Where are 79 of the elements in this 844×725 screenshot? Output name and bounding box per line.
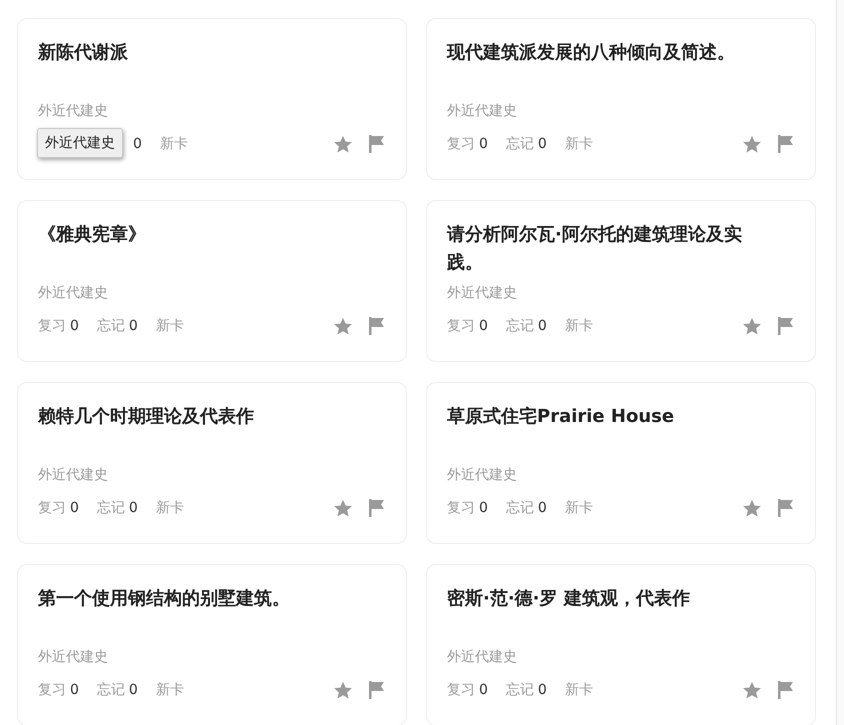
category-label: 外近代建史 — [38, 466, 109, 485]
review-count: 0 — [479, 135, 488, 154]
star-icon[interactable] — [742, 498, 762, 518]
card[interactable]: 第一个使用钢结构的别墅建筑。 外近代建史 复习 0 忘记 0 新卡 — [17, 564, 407, 725]
flag-icon[interactable] — [369, 681, 385, 699]
tooltip: 外近代建史 — [37, 128, 123, 158]
card-title: 赖特几个时期理论及代表作 — [38, 405, 255, 429]
card[interactable]: 密斯·范·德·罗 建筑观，代表作 外近代建史 复习 0 忘记 0 新卡 — [426, 564, 816, 725]
forget-label: 忘记 — [96, 317, 125, 336]
forget-count: 0 — [128, 317, 138, 336]
flag-icon[interactable] — [369, 499, 385, 517]
flag-icon[interactable] — [778, 499, 794, 517]
review-label: 复习 — [447, 681, 475, 700]
review-label: 复习 — [447, 499, 475, 518]
card-title: 新陈代谢派 — [38, 41, 129, 65]
forget-label: 忘记 — [506, 681, 534, 700]
review-count: 0 — [70, 499, 79, 518]
new-card-label: 新卡 — [564, 317, 593, 336]
forget-label: 忘记 — [506, 135, 534, 154]
review-count: 0 — [70, 317, 79, 336]
card[interactable]: 现代建筑派发展的八种倾向及简述。 外近代建史 复习 0 忘记 0 新卡 — [426, 18, 816, 180]
star-icon[interactable] — [333, 134, 353, 154]
flag-icon[interactable] — [778, 135, 794, 153]
category-label: 外近代建史 — [447, 648, 518, 667]
category-label: 外近代建史 — [38, 102, 109, 121]
category-label: 外近代建史 — [447, 284, 518, 303]
review-count: 0 — [479, 499, 488, 518]
star-icon[interactable] — [742, 134, 762, 154]
new-card-label: 新卡 — [156, 317, 184, 336]
new-card-label: 新卡 — [564, 499, 593, 518]
forget-count: 0 — [128, 499, 138, 518]
card-title: 草原式住宅Prairie House — [447, 405, 676, 429]
flag-icon[interactable] — [778, 681, 794, 699]
flag-icon[interactable] — [778, 317, 794, 335]
star-icon[interactable] — [333, 316, 353, 336]
review-count: 0 — [70, 681, 79, 700]
card-title: 密斯·范·德·罗 建筑观，代表作 — [447, 587, 691, 611]
scrollbar-track[interactable] — [836, 0, 844, 725]
card-title: 第一个使用钢结构的别墅建筑。 — [38, 587, 291, 611]
star-icon[interactable] — [742, 680, 762, 700]
card-title: 现代建筑派发展的八种倾向及简述。 — [447, 41, 736, 65]
forget-count: 0 — [128, 681, 138, 700]
star-icon[interactable] — [742, 316, 762, 336]
card[interactable]: 草原式住宅Prairie House 外近代建史 复习 0 忘记 0 新卡 — [426, 382, 816, 544]
forget-label: 忘记 — [96, 681, 125, 700]
new-card-label: 新卡 — [564, 135, 593, 154]
card[interactable]: 请分析阿尔瓦·阿尔托的建筑理论及实践。 外近代建史 复习 0 忘记 0 新卡 — [426, 200, 816, 362]
category-label: 外近代建史 — [38, 284, 109, 303]
category-label: 外近代建史 — [38, 648, 109, 667]
forget-count: 0 — [538, 317, 547, 336]
card[interactable]: 《雅典宪章》 外近代建史 复习 0 忘记 0 新卡 — [17, 200, 407, 362]
new-card-label: 新卡 — [156, 499, 184, 518]
review-label: 复习 — [447, 135, 475, 154]
forget-label: 忘记 — [506, 499, 534, 518]
category-label: 外近代建史 — [447, 466, 518, 485]
review-count: 0 — [479, 317, 488, 336]
new-card-label: 新卡 — [564, 681, 593, 700]
new-card-label: 新卡 — [156, 681, 184, 700]
card[interactable]: 赖特几个时期理论及代表作 外近代建史 复习 0 忘记 0 新卡 — [17, 382, 407, 544]
flag-icon[interactable] — [369, 135, 385, 153]
forget-count: 0 — [133, 135, 142, 154]
card-title: 请分析阿尔瓦·阿尔托的建筑理论及实践。 — [447, 223, 743, 275]
card[interactable]: 新陈代谢派 外近代建史 外近代建史 0 新卡 — [17, 18, 407, 180]
flag-icon[interactable] — [369, 317, 385, 335]
category-label: 外近代建史 — [447, 102, 518, 121]
forget-count: 0 — [538, 499, 547, 518]
forget-label: 忘记 — [96, 499, 125, 518]
star-icon[interactable] — [333, 498, 353, 518]
review-label: 复习 — [447, 317, 475, 336]
review-label: 复习 — [38, 499, 66, 518]
review-count: 0 — [479, 681, 488, 700]
forget-count: 0 — [538, 135, 547, 154]
review-label: 复习 — [38, 681, 66, 700]
new-card-label: 新卡 — [160, 135, 188, 154]
forget-count: 0 — [538, 681, 547, 700]
star-icon[interactable] — [333, 680, 353, 700]
forget-label: 忘记 — [506, 317, 534, 336]
review-label: 复习 — [38, 317, 66, 336]
card-title: 《雅典宪章》 — [38, 223, 147, 247]
